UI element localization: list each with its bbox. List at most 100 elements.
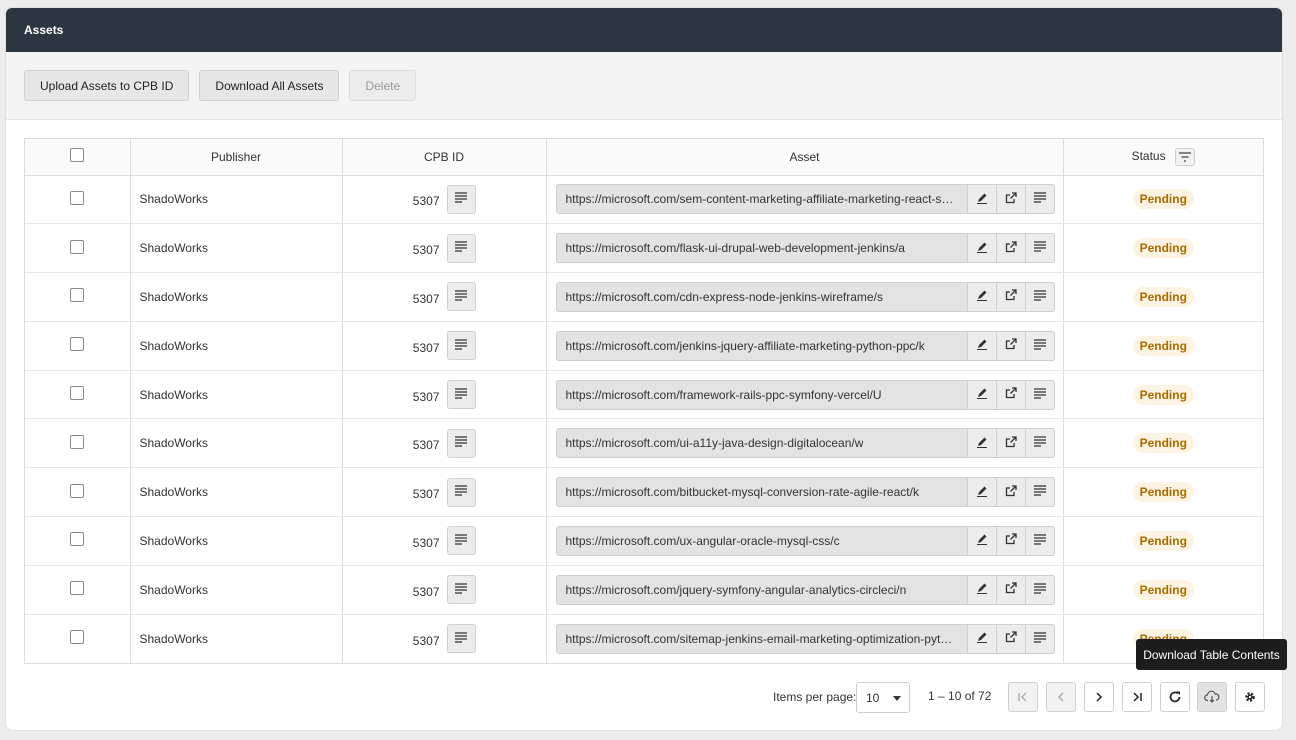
publisher-cell: ShadoWorks [139, 485, 208, 500]
row-checkbox[interactable] [70, 288, 85, 303]
asset-url-field[interactable]: https://microsoft.com/cdn-express-node-j… [555, 281, 968, 312]
pencil-icon [976, 241, 988, 256]
notes-icon [1033, 534, 1046, 548]
edit-asset-button[interactable] [967, 379, 997, 410]
open-asset-button[interactable] [996, 330, 1026, 361]
row-checkbox[interactable] [70, 190, 85, 205]
toolbar: Upload Assets to CPB ID Download All Ass… [6, 52, 1282, 120]
asset-details-button[interactable] [1025, 428, 1055, 459]
row-checkbox[interactable] [70, 630, 85, 645]
open-asset-button[interactable] [996, 233, 1026, 264]
publisher-cell: ShadoWorks [139, 631, 208, 646]
row-checkbox[interactable] [70, 386, 85, 401]
asset-details-button[interactable] [1025, 184, 1055, 215]
asset-url-field[interactable]: https://microsoft.com/jenkins-jquery-aff… [555, 330, 968, 361]
asset-url-text: https://microsoft.com/sem-content-market… [565, 192, 958, 207]
cpb-details-button[interactable] [446, 331, 476, 361]
notes-icon [1033, 632, 1046, 646]
notes-icon [1033, 485, 1046, 499]
asset-url-field[interactable]: https://microsoft.com/ux-angular-oracle-… [555, 525, 968, 556]
row-checkbox[interactable] [70, 337, 85, 352]
items-per-page-select[interactable]: 10 [856, 682, 910, 713]
upload-assets-button[interactable]: Upload Assets to CPB ID [24, 70, 190, 101]
asset-url-field[interactable]: https://microsoft.com/sem-content-market… [555, 184, 968, 215]
chevron-left-icon [1058, 692, 1064, 702]
row-checkbox[interactable] [70, 581, 85, 596]
asset-url-field[interactable]: https://microsoft.com/sitemap-jenkins-em… [555, 623, 968, 654]
open-asset-button[interactable] [996, 379, 1026, 410]
pencil-icon [976, 436, 988, 451]
edit-asset-button[interactable] [967, 330, 997, 361]
status-badge: Pending [1132, 482, 1194, 503]
notes-icon [455, 583, 467, 597]
cpb-details-button[interactable] [446, 282, 476, 312]
cpb-details-button[interactable] [446, 428, 476, 458]
open-asset-button[interactable] [996, 477, 1026, 508]
cpb-details-button[interactable] [446, 624, 476, 654]
publisher-cell: ShadoWorks [139, 241, 208, 256]
filter-icon[interactable] [1174, 147, 1195, 166]
status-badge: Pending [1132, 286, 1194, 307]
edit-asset-button[interactable] [967, 281, 997, 312]
pencil-icon [976, 533, 988, 548]
edit-asset-button[interactable] [967, 574, 997, 605]
row-checkbox[interactable] [70, 434, 85, 449]
edit-asset-button[interactable] [967, 525, 997, 556]
open-asset-button[interactable] [996, 184, 1026, 215]
refresh-button[interactable] [1160, 682, 1190, 712]
notes-icon [1033, 583, 1046, 597]
select-all-checkbox[interactable] [70, 148, 85, 163]
next-page-button[interactable] [1084, 682, 1114, 712]
download-all-assets-button[interactable]: Download All Assets [199, 70, 340, 101]
previous-page-button[interactable] [1046, 682, 1076, 712]
asset-url-field[interactable]: https://microsoft.com/jquery-symfony-ang… [555, 574, 968, 605]
edit-asset-button[interactable] [967, 184, 997, 215]
cpb-details-button[interactable] [446, 526, 476, 556]
last-page-icon [1133, 692, 1142, 702]
row-checkbox[interactable] [70, 532, 85, 547]
first-page-button[interactable] [1008, 682, 1038, 712]
cpb-details-button[interactable] [446, 233, 476, 263]
asset-details-button[interactable] [1025, 330, 1055, 361]
download-table-button[interactable] [1197, 682, 1227, 712]
edit-asset-button[interactable] [967, 428, 997, 459]
asset-url-field[interactable]: https://microsoft.com/framework-rails-pp… [555, 379, 968, 410]
cpb-details-button[interactable] [446, 575, 476, 605]
asset-details-button[interactable] [1025, 623, 1055, 654]
notes-icon [455, 485, 467, 499]
asset-url-field[interactable]: https://microsoft.com/ui-a11y-java-desig… [555, 428, 968, 459]
asset-url-field[interactable]: https://microsoft.com/flask-ui-drupal-we… [555, 233, 968, 264]
asset-details-button[interactable] [1025, 379, 1055, 410]
asset-url-text: https://microsoft.com/ui-a11y-java-desig… [565, 436, 864, 451]
row-checkbox[interactable] [70, 483, 85, 498]
table-row: ShadoWorks 5307 https://microsoft.com/fr… [25, 370, 1263, 420]
edit-asset-button[interactable] [967, 623, 997, 654]
asset-details-button[interactable] [1025, 574, 1055, 605]
open-asset-button[interactable] [996, 574, 1026, 605]
edit-asset-button[interactable] [967, 477, 997, 508]
open-asset-button[interactable] [996, 428, 1026, 459]
asset-details-button[interactable] [1025, 525, 1055, 556]
cpb-details-button[interactable] [446, 380, 476, 410]
status-badge: Pending [1132, 579, 1194, 600]
settings-button[interactable] [1235, 682, 1265, 712]
delete-button[interactable]: Delete [349, 70, 417, 101]
table-row: ShadoWorks 5307 https://microsoft.com/fl… [25, 223, 1263, 274]
asset-url-field[interactable]: https://microsoft.com/bitbucket-mysql-co… [555, 477, 968, 508]
cpb-details-button[interactable] [446, 184, 476, 214]
cpb-id-cell: 5307 [412, 584, 440, 599]
open-asset-button[interactable] [996, 281, 1026, 312]
row-checkbox[interactable] [70, 239, 85, 254]
edit-asset-button[interactable] [967, 233, 997, 264]
asset-details-button[interactable] [1025, 281, 1055, 312]
open-asset-button[interactable] [996, 623, 1026, 654]
cpb-id-cell: 5307 [412, 340, 440, 355]
last-page-button[interactable] [1122, 682, 1152, 712]
asset-details-button[interactable] [1025, 477, 1055, 508]
open-asset-button[interactable] [996, 525, 1026, 556]
asset-details-button[interactable] [1025, 233, 1055, 264]
cpb-details-button[interactable] [446, 477, 476, 507]
paginator: Items per page: 10 1 – 10 of 72 [6, 680, 1282, 714]
column-header-status: Status [1063, 139, 1263, 176]
cpb-id-cell: 5307 [412, 194, 440, 209]
